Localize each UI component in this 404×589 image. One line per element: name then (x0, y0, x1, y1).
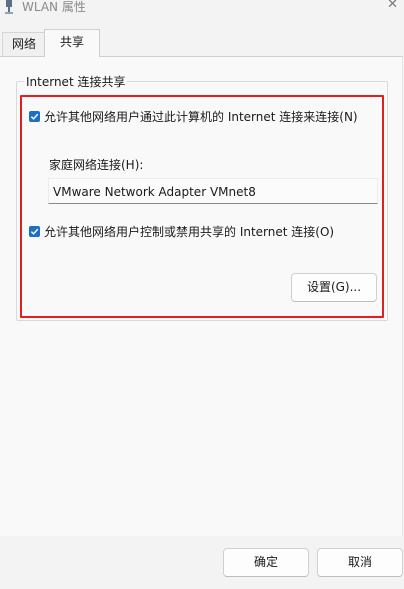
tab-sharing[interactable]: 共享 (44, 29, 100, 57)
ics-group-title: Internet 连接共享 (24, 73, 128, 90)
network-adapter-icon (2, 0, 16, 14)
title-bar: WLAN 属性 ✕ (0, 0, 404, 24)
cancel-button[interactable]: 取消 (317, 548, 403, 577)
close-icon[interactable]: ✕ (387, 0, 398, 12)
tab-strip: 网络 共享 (0, 29, 404, 57)
highlight-annotation-box (20, 95, 384, 318)
ok-button[interactable]: 确定 (223, 548, 309, 577)
tab-network[interactable]: 网络 (2, 32, 45, 56)
window-title: WLAN 属性 (22, 0, 86, 14)
